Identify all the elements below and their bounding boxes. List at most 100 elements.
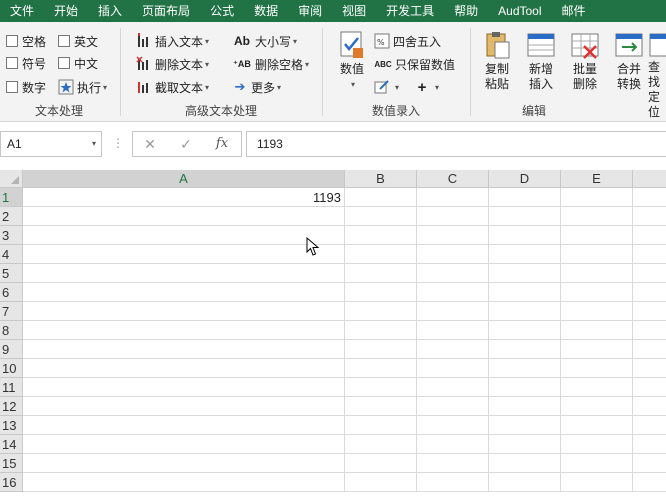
cell[interactable] <box>633 226 666 245</box>
row-header[interactable]: 11 <box>0 378 23 397</box>
tab-mail[interactable]: 邮件 <box>552 0 596 22</box>
case-button[interactable]: Ab 大小写 ▾ <box>232 31 297 51</box>
edit-value-button[interactable]: ▾ <box>374 77 399 97</box>
cell[interactable] <box>417 188 489 207</box>
tab-page-layout[interactable]: 页面布局 <box>132 0 200 22</box>
cell[interactable] <box>561 264 633 283</box>
cell[interactable] <box>417 340 489 359</box>
tab-developer[interactable]: 开发工具 <box>376 0 444 22</box>
cell[interactable] <box>633 397 666 416</box>
cell[interactable] <box>345 283 417 302</box>
row-header[interactable]: 12 <box>0 397 23 416</box>
cell[interactable] <box>345 416 417 435</box>
row-header[interactable]: 7 <box>0 302 23 321</box>
cell[interactable] <box>633 435 666 454</box>
cell[interactable] <box>23 245 345 264</box>
row-header[interactable]: 10 <box>0 359 23 378</box>
cell[interactable] <box>345 378 417 397</box>
cell[interactable] <box>417 397 489 416</box>
delete-space-button[interactable]: ⁺AB 删除空格 ▾ <box>232 54 309 74</box>
cell[interactable] <box>345 302 417 321</box>
cell[interactable] <box>489 188 561 207</box>
cell[interactable] <box>561 454 633 473</box>
cell[interactable] <box>23 416 345 435</box>
row-header[interactable]: 15 <box>0 454 23 473</box>
cell[interactable] <box>345 454 417 473</box>
row-header[interactable]: 16 <box>0 473 23 492</box>
cell[interactable] <box>561 359 633 378</box>
cell[interactable] <box>633 340 666 359</box>
cell[interactable] <box>417 283 489 302</box>
name-box[interactable]: A1 ▾ <box>0 131 102 157</box>
row-header[interactable]: 1 <box>0 188 23 207</box>
cell[interactable] <box>489 207 561 226</box>
cell[interactable] <box>417 245 489 264</box>
tab-home[interactable]: 开始 <box>44 0 88 22</box>
cell[interactable] <box>633 245 666 264</box>
cell[interactable] <box>23 226 345 245</box>
cell-a1[interactable]: 1193 <box>23 188 345 207</box>
checkbox-chinese[interactable]: 中文 <box>58 53 98 73</box>
cell[interactable] <box>561 397 633 416</box>
cell[interactable] <box>23 207 345 226</box>
batch-delete-button[interactable]: 批量删除 <box>564 30 606 92</box>
tab-review[interactable]: 审阅 <box>288 0 332 22</box>
cell[interactable] <box>23 359 345 378</box>
cell[interactable] <box>23 454 345 473</box>
checkbox-box[interactable] <box>6 35 18 47</box>
cell[interactable] <box>417 359 489 378</box>
insert-text-button[interactable]: 插入文本 ▾ <box>136 31 209 51</box>
tab-formulas[interactable]: 公式 <box>200 0 244 22</box>
cell[interactable] <box>633 264 666 283</box>
tab-file[interactable]: 文件 <box>0 0 44 22</box>
cancel-icon[interactable]: ✕ <box>132 131 168 157</box>
cell[interactable] <box>489 359 561 378</box>
cell[interactable] <box>23 340 345 359</box>
cell[interactable] <box>23 264 345 283</box>
cell[interactable] <box>561 226 633 245</box>
cell[interactable] <box>23 283 345 302</box>
tab-help[interactable]: 帮助 <box>444 0 488 22</box>
row-header[interactable]: 5 <box>0 264 23 283</box>
execute-button[interactable]: 执行 ▾ <box>58 77 107 97</box>
cell[interactable] <box>489 264 561 283</box>
cell[interactable] <box>561 302 633 321</box>
row-header[interactable]: 3 <box>0 226 23 245</box>
cell[interactable] <box>23 473 345 492</box>
find-locate-button[interactable]: 查找定位 <box>648 30 666 120</box>
cell[interactable] <box>633 188 666 207</box>
keep-value-button[interactable]: ABC 只保留数值 <box>374 54 455 74</box>
cell[interactable] <box>23 435 345 454</box>
checkbox-space[interactable]: 空格 <box>6 31 46 51</box>
row-header[interactable]: 14 <box>0 435 23 454</box>
checkbox-box[interactable] <box>58 35 70 47</box>
cell[interactable] <box>489 302 561 321</box>
tab-insert[interactable]: 插入 <box>88 0 132 22</box>
cell[interactable] <box>417 435 489 454</box>
cell[interactable] <box>489 321 561 340</box>
cell[interactable] <box>489 378 561 397</box>
cell[interactable] <box>561 435 633 454</box>
extract-text-button[interactable]: 截取文本 ▾ <box>136 77 209 97</box>
cell[interactable] <box>417 264 489 283</box>
cell[interactable] <box>561 321 633 340</box>
checkbox-box[interactable] <box>6 81 18 93</box>
cell[interactable] <box>23 378 345 397</box>
cell[interactable] <box>345 435 417 454</box>
round-button[interactable]: % 四舍五入 <box>374 31 441 51</box>
cell[interactable] <box>561 188 633 207</box>
cell[interactable] <box>561 340 633 359</box>
cell[interactable] <box>561 283 633 302</box>
cell[interactable] <box>633 378 666 397</box>
delete-text-button[interactable]: 删除文本 ▾ <box>136 54 209 74</box>
cell[interactable] <box>633 359 666 378</box>
column-header-e[interactable]: E <box>561 170 633 188</box>
cell[interactable] <box>345 264 417 283</box>
cell[interactable] <box>417 207 489 226</box>
row-header[interactable]: 9 <box>0 340 23 359</box>
cell[interactable] <box>345 359 417 378</box>
column-header-c[interactable]: C <box>417 170 489 188</box>
cell[interactable] <box>23 302 345 321</box>
cell[interactable] <box>345 321 417 340</box>
cell[interactable] <box>489 397 561 416</box>
